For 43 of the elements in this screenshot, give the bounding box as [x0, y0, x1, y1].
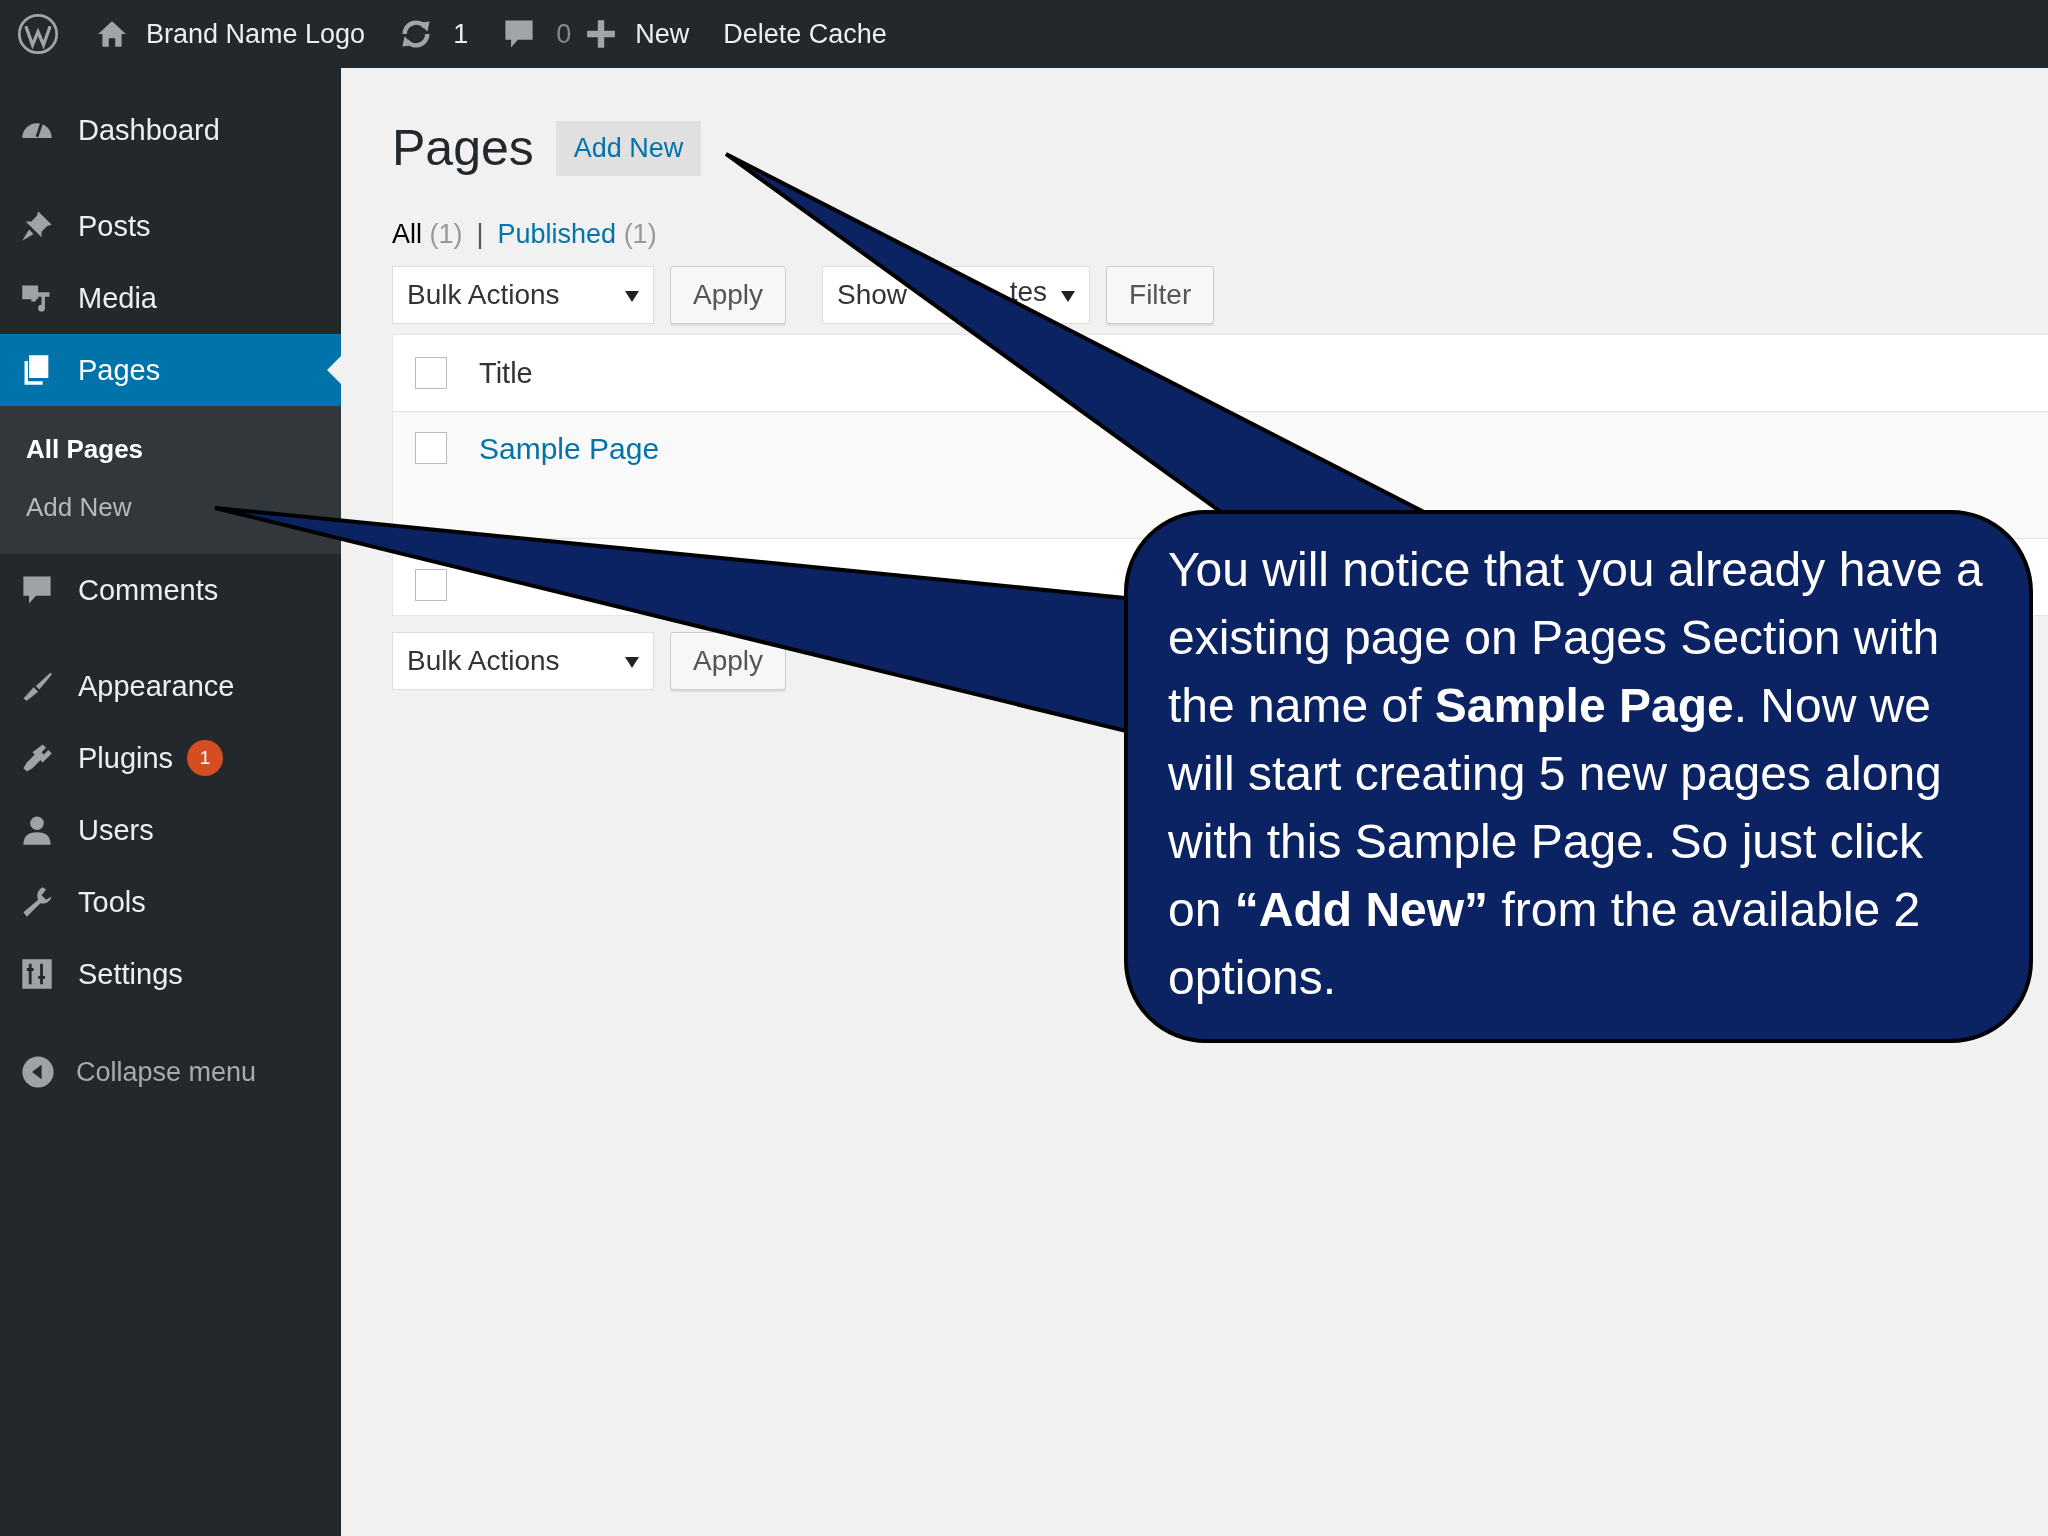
menu-item[interactable]: Tools: [0, 866, 341, 938]
menu-item[interactable]: Media: [0, 262, 341, 334]
separator: |: [476, 219, 484, 250]
menu-item[interactable]: Plugins 1: [0, 722, 341, 794]
checkbox[interactable]: [415, 432, 447, 464]
apply-button[interactable]: Apply: [670, 632, 787, 690]
callout-text: You will notice that you already have a existing page on Pages Section with the name of Sample Page. Now we will start creating 5 new pages along with this Sample Page. So just click on “Add New” from the available 2 options.: [1168, 542, 1984, 1006]
page-title-link[interactable]: Sample Page: [479, 432, 660, 466]
add-new-button[interactable]: Add New: [555, 120, 702, 176]
plus-icon[interactable]: [585, 18, 618, 50]
menu-item[interactable]: Appearance: [0, 650, 341, 722]
user-icon: [20, 813, 54, 847]
submenu-item[interactable]: All Pages: [0, 420, 341, 478]
menu-item[interactable]: Settings: [0, 938, 341, 1010]
bulk-actions-dropdown[interactable]: Bulk Actions: [392, 266, 654, 324]
sliders-icon: [20, 957, 54, 991]
menu-item[interactable]: Pages: [0, 334, 341, 406]
filter-link[interactable]: Published (1): [497, 219, 657, 250]
filter-link[interactable]: All (1): [392, 219, 463, 250]
update-count-badge: 1: [187, 740, 224, 776]
wordpress-logo-icon[interactable]: [16, 12, 60, 56]
apply-button[interactable]: Apply: [670, 266, 787, 324]
checkbox[interactable]: [415, 569, 447, 601]
collapse-icon: [20, 1054, 56, 1090]
collapse-menu-button[interactable]: Collapse menu: [0, 1036, 341, 1108]
checkbox[interactable]: [415, 357, 447, 389]
updates-count[interactable]: 1: [453, 18, 469, 50]
comments-count[interactable]: 0: [556, 18, 572, 50]
dropdown-text-fragment: tes: [1009, 277, 1048, 307]
site-name-link[interactable]: Brand Name Logo: [146, 18, 366, 50]
pin-icon: [20, 209, 54, 243]
new-link[interactable]: New: [635, 18, 690, 50]
menu-item[interactable]: Comments: [0, 554, 341, 626]
submenu-item[interactable]: Add New: [0, 478, 341, 536]
bulk-actions-dropdown[interactable]: Bulk Actions: [392, 632, 654, 690]
menu-item[interactable]: Users: [0, 794, 341, 866]
menu-item[interactable]: Posts: [0, 190, 341, 262]
brush-icon: [20, 669, 54, 703]
column-header[interactable]: Title: [479, 356, 533, 390]
delete-cache-link[interactable]: Delete Cache: [723, 18, 887, 50]
menu-item[interactable]: Dashboard: [0, 94, 341, 166]
filter-button[interactable]: Filter: [1106, 266, 1215, 324]
page-title: Pages: [392, 119, 534, 177]
